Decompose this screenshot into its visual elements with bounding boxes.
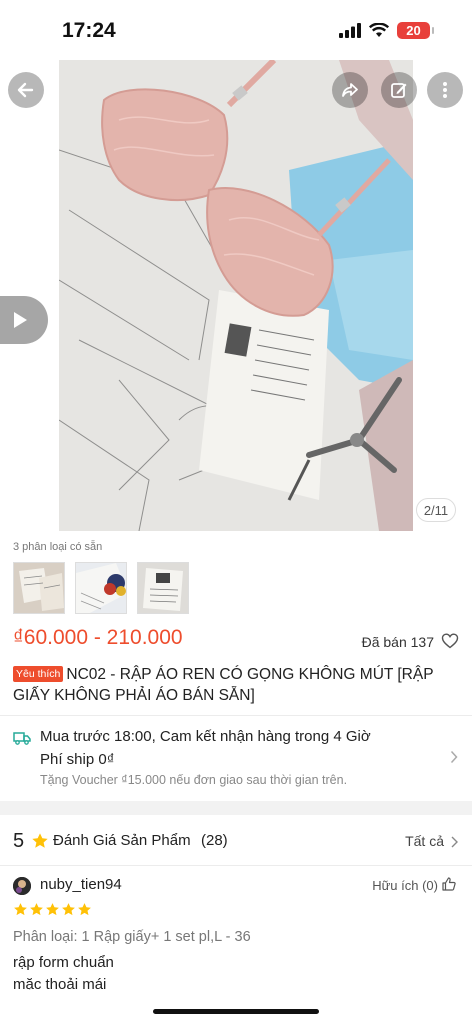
reviews-header[interactable]: 5 Đánh Giá Sản Phẩm (28) Tất cả <box>0 815 472 865</box>
product-price: ₫60.000 - 210.000 <box>13 626 183 649</box>
shipping-fee: Phí ship 0₫ <box>40 751 115 768</box>
price-row: ₫60.000 - 210.000 Đã bán 137 <box>0 626 472 662</box>
variant-thumbnail[interactable] <box>75 562 127 614</box>
thumbs-up-icon[interactable] <box>442 877 456 891</box>
status-icons: 20 <box>339 22 434 39</box>
review-comment: rập form chuẩn <box>13 954 114 971</box>
review-variant: Phân loại: 1 Rập giấy+ 1 set pl,L - 36 <box>13 929 251 945</box>
product-title: NC02 - RẬP ÁO REN CÓ GỌNG KHÔNG MÚT [RẬP… <box>13 666 434 704</box>
battery-icon: 20 <box>397 22 434 39</box>
star-icon <box>30 903 43 916</box>
battery-level: 20 <box>406 23 421 38</box>
sold-count: Đã bán 137 <box>361 634 434 650</box>
shipping-guarantee: Mua trước 18:00, Cam kết nhận hàng trong… <box>40 728 371 745</box>
review-count: (28) <box>201 832 228 849</box>
product-title-row: Yêu thích NC02 - RẬP ÁO REN CÓ GỌNG KHÔNG… <box>13 664 459 706</box>
review-username[interactable]: nuby_tien94 <box>40 876 122 893</box>
back-button[interactable] <box>8 72 44 108</box>
chevron-right-icon <box>451 836 458 848</box>
wifi-icon <box>369 23 389 37</box>
edit-icon <box>391 83 407 98</box>
review-stars <box>13 902 92 917</box>
home-bar-area <box>0 990 472 1024</box>
edit-button[interactable] <box>381 72 417 108</box>
avatar <box>13 877 31 895</box>
image-counter: 2/11 <box>416 498 456 522</box>
play-video-button[interactable] <box>0 296 48 344</box>
more-icon <box>443 82 447 98</box>
signal-icon <box>339 23 361 38</box>
home-indicator[interactable] <box>153 1009 319 1014</box>
shipping-voucher: Tặng Voucher ₫15.000 nếu đơn giao sau th… <box>40 773 348 787</box>
variants-label: 3 phân loại có sẵn <box>13 541 103 553</box>
status-bar: 17:24 20 <box>0 0 472 60</box>
back-arrow-icon <box>17 82 34 98</box>
variant-thumbnail[interactable] <box>13 562 65 614</box>
variant-thumbnail[interactable] <box>137 562 189 614</box>
star-icon <box>62 903 75 916</box>
share-button[interactable] <box>332 72 368 108</box>
product-photo-illustration <box>59 60 413 531</box>
see-all-reviews-link[interactable]: Tất cả <box>405 833 444 849</box>
star-icon <box>46 903 59 916</box>
chevron-right-icon <box>450 750 458 764</box>
more-button[interactable] <box>427 72 463 108</box>
status-time: 17:24 <box>62 19 116 42</box>
section-gap <box>0 801 472 815</box>
star-icon <box>32 833 48 848</box>
review-comment: mặc thoải mái <box>13 976 107 990</box>
rating-value: 5 <box>13 830 25 852</box>
play-video-icon <box>14 312 27 328</box>
reviews-title: Đánh Giá Sản Phẩm <box>53 832 191 849</box>
product-gallery[interactable]: 2/11 <box>0 60 472 532</box>
shipping-section[interactable]: Mua trước 18:00, Cam kết nhận hàng trong… <box>0 716 472 800</box>
star-icon <box>78 903 91 916</box>
product-photo[interactable] <box>59 60 413 531</box>
variants-section: 3 phân loại có sẵn <box>0 532 472 626</box>
heart-icon[interactable] <box>441 632 459 650</box>
helpful-count[interactable]: Hữu ích (0) <box>372 878 438 893</box>
review-item: nuby_tien94 Hữu ích (0) Phân loại: 1 Rập… <box>0 866 472 990</box>
star-icon <box>14 903 27 916</box>
favorite-badge: Yêu thích <box>13 666 64 682</box>
share-icon <box>342 83 358 97</box>
truck-icon <box>13 732 31 745</box>
